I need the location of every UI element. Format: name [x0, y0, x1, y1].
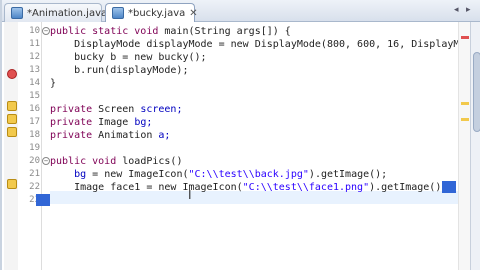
- field-name: screen;: [140, 104, 183, 115]
- error-ruler-mark[interactable]: [461, 36, 469, 39]
- line-number: 22: [29, 182, 40, 192]
- code-editor[interactable]: public static void main(String args[]) {…: [50, 22, 458, 270]
- annotation-gutter: [4, 22, 18, 270]
- editor-tab-bar: *Animation.java ✕ *bucky.java ✕ ◂ ▸: [2, 0, 480, 22]
- text-selection: [36, 194, 50, 206]
- keyword: public static void: [50, 26, 159, 37]
- code-text: Image: [92, 117, 135, 128]
- code-text: ).getImage();: [308, 169, 388, 180]
- line-number: 20: [29, 156, 40, 166]
- code-line: }: [50, 78, 57, 89]
- code-text: = new ImageIcon(: [86, 169, 189, 180]
- code-line: bg = new ImageIcon("C:\\test\\back.jpg")…: [50, 168, 387, 181]
- warning-marker-icon[interactable]: [7, 179, 17, 189]
- string-literal: "C:\\test\\face1.png": [242, 182, 370, 193]
- field-name: a;: [158, 130, 171, 141]
- warning-ruler-mark[interactable]: [461, 118, 469, 121]
- i-beam-cursor-icon: I: [188, 188, 192, 202]
- warning-ruler-mark[interactable]: [461, 102, 469, 105]
- tab-scroll-right-icon[interactable]: ▸: [466, 5, 471, 15]
- text-selection: [442, 181, 456, 193]
- code-text: main(String args[]) {: [158, 26, 291, 37]
- fold-collapse-icon[interactable]: −: [42, 157, 50, 165]
- keyword: private: [50, 130, 93, 141]
- line-number: 21: [29, 169, 40, 179]
- code-line: Image face1 = new ImageIcon("C:\\test\\f…: [50, 181, 447, 194]
- code-line: b.run(displayMode);: [50, 65, 189, 76]
- java-file-icon: [112, 7, 124, 19]
- warning-marker-icon[interactable]: [7, 114, 17, 124]
- warning-marker-icon[interactable]: [7, 127, 17, 137]
- code-text: Image face1 = new ImageIcon(: [50, 182, 243, 193]
- keyword: private: [50, 117, 93, 128]
- code-text: loadPics(): [116, 156, 183, 167]
- line-number: 12: [29, 52, 40, 62]
- code-text: Animation: [92, 130, 159, 141]
- tab-label: *Animation.java: [27, 7, 108, 19]
- code-line: public void loadPics(): [50, 155, 182, 168]
- field-name: bg: [74, 169, 87, 180]
- scrollbar-thumb[interactable]: [473, 52, 480, 132]
- warning-marker-icon[interactable]: [7, 101, 17, 111]
- field-name: bg;: [134, 117, 153, 128]
- vertical-scrollbar[interactable]: [470, 22, 480, 270]
- tab-label: *bucky.java: [128, 7, 186, 19]
- code-line: private Animation a;: [50, 129, 170, 142]
- code-line: bucky b = new bucky();: [50, 52, 207, 63]
- close-icon[interactable]: ✕: [189, 8, 197, 19]
- code-line: private Screen screen;: [50, 103, 182, 116]
- line-number: 18: [29, 130, 40, 140]
- overview-ruler[interactable]: [458, 22, 470, 270]
- line-number: 15: [29, 91, 40, 101]
- line-number: 10: [29, 26, 40, 36]
- line-number-ruler: 10 11 12 13 14 15 16 17 18 19 20 21 22 2…: [18, 22, 42, 270]
- keyword: public void: [50, 156, 117, 167]
- editor-window: *Animation.java ✕ *bucky.java ✕ ◂ ▸ 10 1…: [0, 0, 480, 270]
- line-number: 11: [29, 39, 40, 49]
- tab-animation-java[interactable]: *Animation.java ✕: [4, 3, 120, 22]
- code-text: ).getImage();: [369, 182, 448, 193]
- line-number: 16: [29, 104, 40, 114]
- code-line: public static void main(String args[]) {: [50, 25, 291, 38]
- line-number: 17: [29, 117, 40, 127]
- keyword: private: [50, 104, 93, 115]
- line-number: 13: [29, 65, 40, 75]
- error-marker-icon[interactable]: [7, 69, 17, 79]
- string-literal: "C:\\test\\back.jpg": [188, 169, 309, 180]
- line-number: 19: [29, 143, 40, 153]
- line-number: 14: [29, 78, 40, 88]
- tab-bucky-java[interactable]: *bucky.java ✕: [105, 3, 198, 22]
- fold-collapse-icon[interactable]: −: [42, 27, 50, 35]
- java-file-icon: [11, 7, 23, 19]
- code-text: Screen: [92, 104, 141, 115]
- tab-scroll-left-icon[interactable]: ◂: [454, 5, 459, 15]
- code-line: DisplayMode displayMode = new DisplayMod…: [50, 39, 458, 50]
- code-line: private Image bg;: [50, 116, 152, 129]
